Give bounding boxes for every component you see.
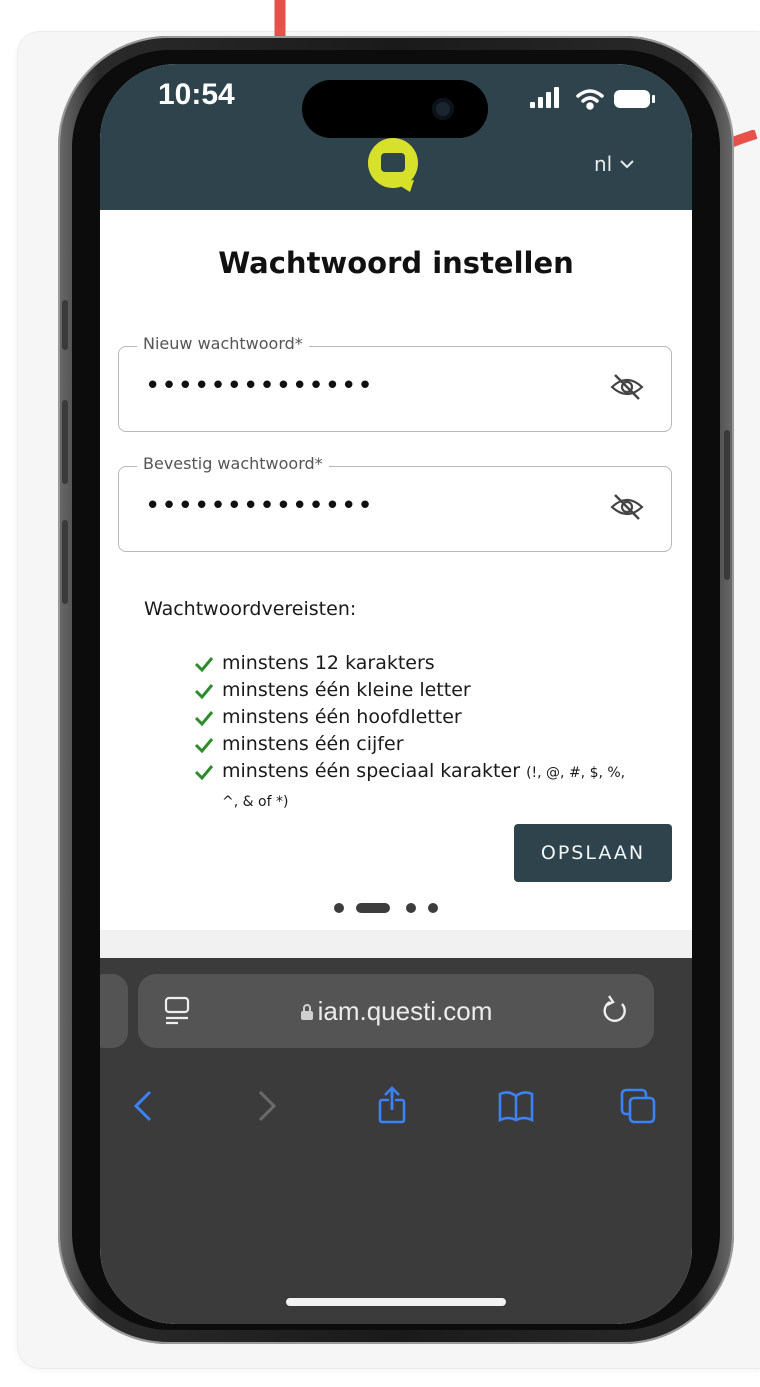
- phone-side-button: [62, 520, 68, 604]
- pagination-dot-active[interactable]: [356, 903, 390, 913]
- address-bar[interactable]: iam.questi.com: [138, 974, 654, 1048]
- requirement-text: minstens 12 karakters: [222, 652, 435, 674]
- requirements-heading: Wachtwoordvereisten:: [144, 598, 357, 620]
- questi-logo-icon: [368, 138, 418, 192]
- pagination-dot[interactable]: [428, 903, 438, 913]
- signal-icon: [530, 87, 559, 108]
- share-icon[interactable]: [372, 1086, 412, 1126]
- forward-icon[interactable]: [246, 1086, 286, 1126]
- tabs-icon[interactable]: [618, 1086, 658, 1126]
- browser-toolbar: iam.questi.com: [100, 958, 692, 1324]
- back-icon[interactable]: [124, 1086, 164, 1126]
- confirm-password-value: ••••••••••••••: [145, 491, 374, 521]
- check-icon: [194, 711, 214, 726]
- list-item: minstens één kleine letter: [194, 677, 674, 704]
- new-password-value: ••••••••••••••: [145, 371, 374, 401]
- pagination-dot[interactable]: [406, 903, 416, 913]
- save-button[interactable]: OPSLAAN: [514, 824, 672, 882]
- confirm-password-field[interactable]: Bevestig wachtwoord* ••••••••••••••: [118, 454, 672, 552]
- confirm-password-label: Bevestig wachtwoord*: [137, 454, 329, 473]
- requirements-list: minstens 12 karakters minstens één klein…: [194, 650, 674, 816]
- camera-icon: [432, 98, 454, 120]
- check-icon: [194, 657, 214, 672]
- requirement-text: minstens één speciaal karakter: [222, 760, 521, 782]
- battery-icon: [614, 90, 655, 108]
- status-time: 10:54: [158, 78, 235, 111]
- new-password-field[interactable]: Nieuw wachtwoord* ••••••••••••••: [118, 334, 672, 432]
- wifi-icon: [576, 89, 604, 110]
- home-indicator[interactable]: [286, 1298, 506, 1306]
- special-chars-first: (!, @, #, $, %,: [526, 765, 626, 781]
- reload-icon[interactable]: [600, 994, 630, 1026]
- language-label: nl: [594, 152, 613, 176]
- lock-icon: [300, 1004, 313, 1020]
- requirement-text: minstens één cijfer: [222, 733, 404, 755]
- bookmarks-icon[interactable]: [496, 1086, 536, 1126]
- content-bottom-strip: [100, 930, 692, 958]
- check-icon: [194, 765, 214, 780]
- phone-side-button: [724, 430, 730, 580]
- requirement-text: minstens één hoofdletter: [222, 706, 462, 728]
- page-title: Wachtwoord instellen: [218, 246, 574, 280]
- url-label: iam.questi.com: [317, 996, 493, 1026]
- eye-off-icon[interactable]: [609, 489, 645, 525]
- app-header: 10:54 nl: [100, 64, 692, 210]
- eye-off-icon[interactable]: [609, 369, 645, 405]
- requirement-text: minstens één kleine letter: [222, 679, 471, 701]
- list-item: minstens één speciaal karakter (!, @, #,…: [194, 758, 674, 816]
- dynamic-island: [302, 80, 488, 138]
- check-icon: [194, 684, 214, 699]
- phone-side-button: [62, 400, 68, 484]
- status-icons: [530, 87, 655, 110]
- check-icon: [194, 738, 214, 753]
- list-item: minstens één cijfer: [194, 731, 674, 758]
- list-item: minstens één hoofdletter: [194, 704, 674, 731]
- pagination-dot[interactable]: [334, 903, 344, 913]
- language-selector[interactable]: nl: [594, 152, 634, 176]
- pagination-dots: [330, 900, 460, 914]
- new-password-label: Nieuw wachtwoord*: [137, 334, 309, 353]
- previous-tab-peek[interactable]: [100, 974, 128, 1048]
- chevron-down-icon: [620, 160, 634, 169]
- phone-screen: 10:54 nl Wachtwoord instellen Nieuw wach…: [100, 64, 692, 1324]
- url-text: iam.questi.com: [138, 996, 654, 1027]
- list-item: minstens 12 karakters: [194, 650, 674, 677]
- special-chars-second: ^, & of *): [222, 794, 289, 810]
- phone-side-button: [62, 300, 68, 350]
